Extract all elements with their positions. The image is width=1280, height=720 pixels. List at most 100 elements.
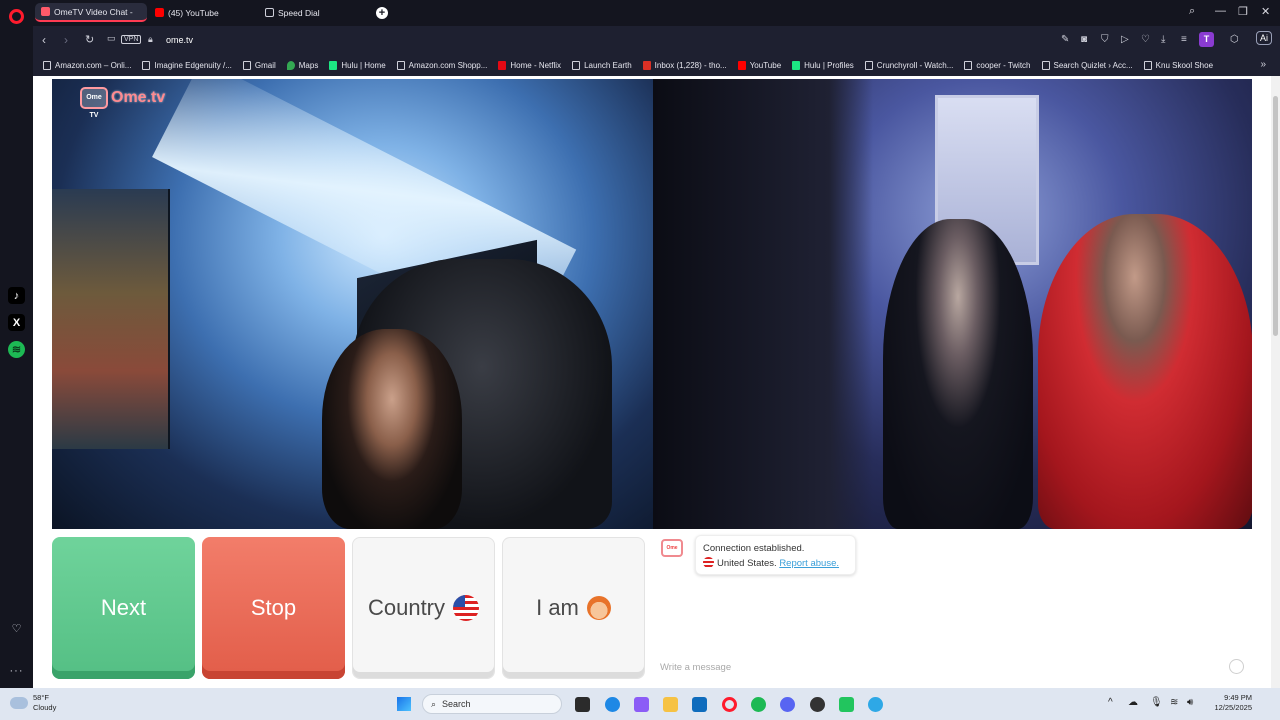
bookmark-item[interactable]: cooper - Twitch: [964, 60, 1031, 70]
volume-icon[interactable]: 🔊︎: [1187, 697, 1193, 708]
forward-icon[interactable]: ›: [64, 33, 68, 47]
search-placeholder: Search: [442, 699, 471, 709]
tab-ometv[interactable]: OmeTV Video Chat -: [35, 3, 147, 22]
bookmark-item[interactable]: Amazon.com Shopp...: [396, 60, 488, 70]
bookmark-item[interactable]: YouTube: [737, 60, 781, 70]
page-icon: [1143, 60, 1152, 70]
copilot-icon[interactable]: [634, 697, 649, 712]
clock[interactable]: 9:49 PM 12/25/2025: [1208, 693, 1252, 713]
discord-icon[interactable]: [780, 697, 795, 712]
ome-tv-icon: Ome: [661, 539, 683, 557]
emoji-icon[interactable]: [1229, 659, 1244, 674]
heart-icon[interactable]: ♡: [8, 620, 25, 637]
bookmark-item[interactable]: Home - Netflix: [498, 60, 562, 70]
taskbar-search[interactable]: ⌕ Search: [422, 694, 562, 714]
help-icon[interactable]: [868, 697, 883, 712]
next-button[interactable]: Next: [52, 537, 195, 679]
wifi-icon[interactable]: ≋: [1170, 697, 1178, 708]
spotify-icon[interactable]: [751, 697, 766, 712]
download-icon[interactable]: ⤓: [1161, 34, 1165, 45]
tab-strip: OmeTV Video Chat - (45) YouTube Speed Di…: [33, 0, 1280, 26]
chevron-up-icon[interactable]: ^: [1108, 697, 1113, 708]
page-icon: [1041, 60, 1050, 70]
grid-icon: [265, 8, 274, 17]
microphone-icon[interactable]: 🎙︎: [1150, 697, 1163, 708]
vpn-badge[interactable]: VPN: [121, 35, 142, 44]
cube-icon[interactable]: ⬡: [1230, 34, 1239, 45]
bookmark-item[interactable]: Search Quizlet › Acc...: [1041, 60, 1133, 70]
page-scrollbar[interactable]: [1271, 76, 1280, 688]
search-tabs-icon[interactable]: ⌕: [1189, 5, 1195, 18]
bookmark-item[interactable]: Crunchyroll - Watch...: [864, 60, 953, 70]
heart-icon[interactable]: ♡: [1141, 34, 1150, 45]
report-abuse-link[interactable]: Report abuse.: [779, 558, 839, 569]
gender-button[interactable]: I am: [502, 537, 645, 679]
bookmark-label: Search Quizlet › Acc...: [1053, 60, 1133, 70]
tab-youtube[interactable]: (45) YouTube: [149, 3, 254, 22]
time: 9:49 PM: [1224, 693, 1252, 702]
spotify-icon[interactable]: ≋: [8, 341, 25, 358]
store-icon[interactable]: [692, 697, 707, 712]
bookmarks-overflow-icon[interactable]: »: [1260, 59, 1266, 70]
bookmark-item[interactable]: Gmail: [242, 60, 276, 70]
profile-avatar[interactable]: T: [1199, 32, 1214, 47]
bookmark-label: Amazon.com Shopp...: [408, 60, 488, 70]
windows-start-icon[interactable]: [397, 697, 411, 711]
bookmark-label: cooper - Twitch: [976, 60, 1031, 70]
edge-icon[interactable]: [605, 697, 620, 712]
opera-logo-icon[interactable]: [9, 9, 24, 24]
message-input[interactable]: [660, 659, 1220, 675]
tiktok-icon[interactable]: ♪: [8, 287, 25, 304]
stop-button[interactable]: Stop: [202, 537, 345, 679]
stranger-person-2: [1038, 214, 1252, 529]
weather-widget[interactable]: 58°F Cloudy: [10, 693, 56, 713]
country-label: Country: [367, 595, 446, 620]
bookmark-item[interactable]: Knu Skool Shoe: [1143, 60, 1213, 70]
bookmark-label: Launch Earth: [584, 60, 632, 70]
ometv-logo[interactable]: Ome TV Ome.tv: [80, 87, 165, 119]
bookmark-item[interactable]: Hulu | Profiles: [792, 60, 854, 70]
scrollbar-thumb[interactable]: [1273, 96, 1278, 336]
opera-icon[interactable]: [722, 697, 737, 712]
new-tab-button[interactable]: +: [376, 7, 388, 19]
tab-speed-dial[interactable]: Speed Dial: [259, 3, 359, 22]
bookmark-label: Home - Netflix: [510, 60, 562, 70]
onedrive-icon[interactable]: ☁: [1128, 697, 1138, 708]
country-button[interactable]: Country: [352, 537, 495, 679]
stranger-country: United States.: [717, 558, 777, 569]
edit-icon[interactable]: ✎: [1061, 34, 1069, 45]
stranger-video: [653, 79, 1252, 529]
close-button[interactable]: ✕: [1261, 5, 1270, 18]
page-icon: [864, 60, 873, 70]
page-icon: [396, 60, 405, 70]
system-message: Connection established. United States. R…: [695, 535, 856, 575]
file-explorer-icon[interactable]: [663, 697, 678, 712]
steam-icon[interactable]: [810, 697, 825, 712]
menu-icon[interactable]: ≡: [1181, 34, 1187, 45]
bookmark-item[interactable]: Hulu | Home: [329, 60, 386, 70]
bookmark-item[interactable]: Maps: [286, 60, 318, 70]
opera-sidebar: ♪ X ≋ ♡ ◷ ···: [0, 0, 1233, 688]
bookmark-item[interactable]: Imagine Edgenuity /...: [142, 60, 232, 70]
bookmark-item[interactable]: Inbox (1,228) - tho...: [642, 60, 727, 70]
app-icon[interactable]: [839, 697, 854, 712]
lock-icon[interactable]: 🔒︎: [148, 34, 153, 45]
restore-button[interactable]: ❐: [1238, 5, 1248, 18]
task-view-icon[interactable]: [575, 697, 590, 712]
snapshot-icon[interactable]: ▭: [107, 33, 116, 44]
x-twitter-icon[interactable]: X: [8, 314, 25, 331]
url-field[interactable]: ome.tv: [166, 35, 193, 45]
bookmark-item[interactable]: Launch Earth: [572, 60, 632, 70]
more-icon[interactable]: ···: [8, 662, 25, 679]
shield-icon[interactable]: ⛉: [1101, 34, 1109, 45]
boy-face-icon: [586, 596, 611, 620]
reload-icon[interactable]: ↻: [85, 33, 94, 46]
play-icon[interactable]: ▷: [1121, 34, 1129, 45]
back-icon[interactable]: ‹: [42, 33, 46, 47]
minimize-button[interactable]: —: [1215, 5, 1226, 17]
self-person: [322, 329, 462, 529]
aria-ai-button[interactable]: Ai: [1256, 31, 1273, 45]
bookmark-item[interactable]: Amazon.com – Onli...: [43, 60, 131, 70]
camera-icon[interactable]: ◙: [1081, 34, 1087, 45]
dark-foreground: [653, 79, 873, 529]
